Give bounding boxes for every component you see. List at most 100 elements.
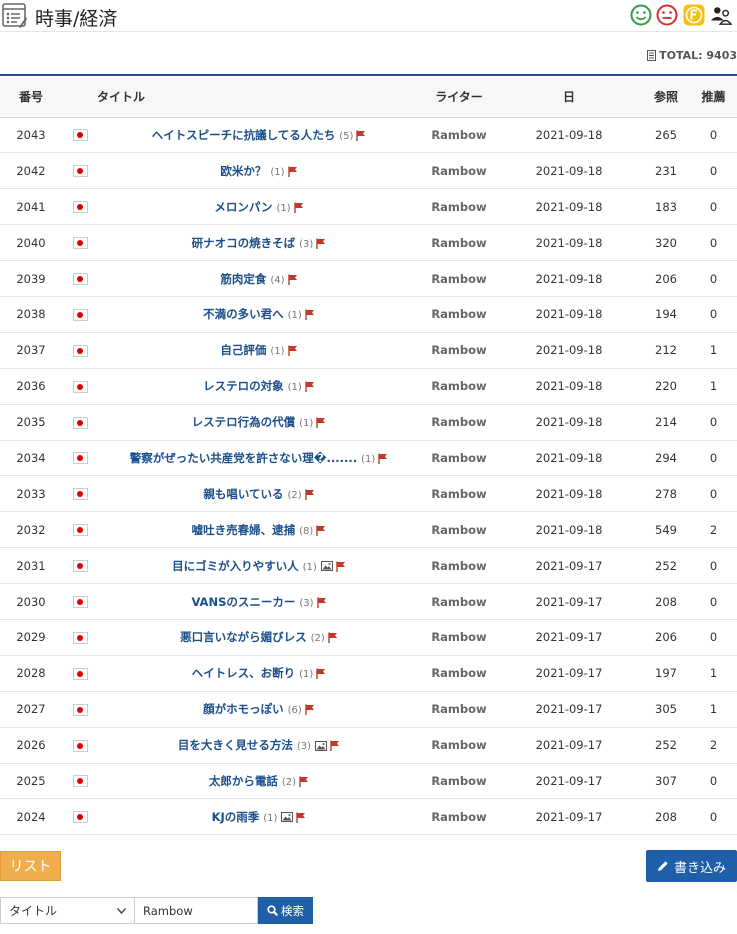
post-title-link[interactable]: 目を大きく見せる方法	[178, 738, 293, 752]
post-writer[interactable]: Rambow	[422, 404, 496, 440]
post-title-link[interactable]: 不満の多い君へ	[203, 307, 284, 321]
table-row[interactable]: 2043 ヘイトスピーチに抗議してる人たち (5) Rambow 2021-09-18 2…	[0, 117, 737, 153]
table-row[interactable]: 2030 VANSのスニーカー (3) Rambow 2021-09-17 208 0	[0, 584, 737, 620]
post-writer[interactable]: Rambow	[422, 225, 496, 261]
image-icon	[315, 740, 328, 751]
post-title-link[interactable]: レステロ行為の代償	[192, 415, 296, 429]
comment-count: (1)	[361, 453, 376, 465]
post-title-link[interactable]: 欧米か？	[220, 164, 266, 178]
country-flag-cell	[62, 189, 96, 225]
column-header-number: 番号	[18, 89, 43, 104]
post-writer[interactable]: Rambow	[422, 799, 496, 835]
table-row[interactable]: 2041 メロンパン (1) Rambow 2021-09-18 183 0	[0, 189, 737, 225]
post-title-link[interactable]: 親も唱いている	[203, 487, 283, 501]
country-flag-cell	[62, 117, 96, 153]
post-number: 2034	[16, 450, 46, 465]
post-votes: 1	[709, 666, 718, 681]
post-title-link[interactable]: KJの雨季	[212, 810, 260, 824]
post-title-link[interactable]: 嘘吐き売春婦、逮捕	[192, 523, 296, 537]
post-title-link[interactable]: VANSのスニーカー	[191, 595, 295, 609]
country-flag-cell	[62, 727, 96, 763]
post-date: 2021-09-18	[535, 127, 603, 142]
post-writer[interactable]: Rambow	[422, 476, 496, 512]
post-title-link[interactable]: ヘイトスピーチに抗議してる人たち	[152, 128, 336, 142]
comment-count: (3)	[296, 741, 312, 753]
post-number: 2025	[16, 773, 46, 788]
f-coin-icon[interactable]	[683, 4, 705, 26]
post-writer[interactable]: Rambow	[422, 691, 496, 727]
table-row[interactable]: 2027 顔がホモっぽい (6) Rambow 2021-09-17 305 1	[0, 691, 737, 728]
japan-flag-icon	[72, 488, 88, 501]
post-votes: 1	[709, 702, 718, 717]
table-row[interactable]: 2038 不満の多い君へ (1) Rambow 2021-09-18 194 0	[0, 296, 737, 333]
country-flag-cell	[62, 404, 96, 440]
post-title-link[interactable]: レステロの対象	[203, 379, 284, 393]
post-writer[interactable]: Rambow	[422, 763, 496, 799]
post-title-link[interactable]: 顔がホモっぽい	[203, 702, 284, 716]
post-number: 2027	[16, 702, 46, 717]
column-header-writer: ライター	[435, 89, 483, 104]
post-title-link[interactable]: 研ナオコの焼きそば	[192, 236, 296, 250]
users-icon[interactable]	[710, 4, 732, 26]
table-row[interactable]: 2024 KJの雨季 (1) Rambow 2021-09-17 208 0	[0, 799, 737, 835]
neutral-face-icon[interactable]	[656, 4, 678, 26]
table-row[interactable]: 2025 太郎から電話 (2) Rambow 2021-09-17 307 0	[0, 763, 737, 799]
table-row[interactable]: 2034 警察がぜったい共産党を許さない理�....... (1) Rambow 202…	[0, 440, 737, 476]
write-button[interactable]: 書き込み	[646, 850, 737, 882]
search-button[interactable]: 検索	[258, 897, 313, 924]
search-input[interactable]: Rambow	[135, 897, 258, 924]
post-writer[interactable]: Rambow	[422, 619, 496, 655]
post-writer[interactable]: Rambow	[422, 368, 496, 404]
post-writer[interactable]: Rambow	[422, 261, 496, 297]
post-title-link[interactable]: ヘイトレス、お断り	[192, 666, 296, 680]
post-title-link[interactable]: 悪口言いながら媚びレス	[180, 630, 307, 644]
post-writer[interactable]: Rambow	[422, 512, 496, 548]
post-title-link[interactable]: 筋肉定食	[220, 272, 266, 286]
post-title-link[interactable]: 目にゴミが入りやすい人	[172, 559, 299, 573]
post-writer[interactable]: Rambow	[422, 440, 496, 476]
comment-count: (1)	[287, 382, 302, 394]
post-title-link[interactable]: メロンパン	[214, 200, 272, 214]
table-row[interactable]: 2035 レステロ行為の代償 (1) Rambow 2021-09-18 214 0	[0, 404, 737, 441]
post-subject-cell: 研ナオコの焼きそば (3)	[96, 225, 422, 261]
post-subject-cell: 親も唱いている (2)	[96, 476, 422, 512]
post-date: 2021-09-17	[535, 666, 603, 681]
comment-count: (2)	[310, 633, 325, 645]
post-writer[interactable]: Rambow	[422, 727, 496, 763]
search-field-select[interactable]: タイトル	[0, 897, 135, 924]
post-number: 2032	[16, 522, 46, 537]
table-row[interactable]: 2033 親も唱いている (2) Rambow 2021-09-18 278 0	[0, 476, 737, 512]
post-writer[interactable]: Rambow	[422, 655, 496, 691]
post-title-link[interactable]: 警察がぜったい共産党を許さない理�.......	[130, 451, 357, 465]
post-title-link[interactable]: 太郎から電話	[209, 774, 278, 788]
list-button[interactable]: リスト	[0, 851, 61, 881]
post-writer[interactable]: Rambow	[422, 584, 496, 620]
post-writer[interactable]: Rambow	[422, 117, 496, 153]
table-row[interactable]: 2039 筋肉定食 (4) Rambow 2021-09-18 206 0	[0, 261, 737, 297]
post-writer[interactable]: Rambow	[422, 153, 496, 189]
table-row[interactable]: 2036 レステロの対象 (1) Rambow 2021-09-18 220 1	[0, 368, 737, 405]
post-writer[interactable]: Rambow	[422, 296, 496, 332]
japan-flag-icon	[72, 452, 88, 465]
japan-flag-icon	[72, 631, 88, 644]
table-row[interactable]: 2031 目にゴミが入りやすい人 (1) Rambow 2021-09-17 252 0	[0, 548, 737, 584]
post-title-link[interactable]: 自己評価	[220, 343, 266, 357]
table-row[interactable]: 2037 自己評価 (1) Rambow 2021-09-18 212 1	[0, 332, 737, 369]
post-date: 2021-09-17	[535, 702, 603, 717]
post-writer[interactable]: Rambow	[422, 332, 496, 368]
page-header: 時事/経済	[0, 0, 737, 32]
table-row[interactable]: 2040 研ナオコの焼きそば (3) Rambow 2021-09-18 320 0	[0, 225, 737, 261]
column-header-votes: 推薦	[701, 89, 726, 104]
post-writer[interactable]: Rambow	[422, 189, 496, 225]
table-row[interactable]: 2032 嘘吐き売春婦、逮捕 (8) Rambow 2021-09-18 549 2	[0, 512, 737, 548]
table-row[interactable]: 2028 ヘイトレス、お断り (1) Rambow 2021-09-17 197 1	[0, 655, 737, 692]
smile-icon[interactable]	[630, 4, 652, 26]
table-row[interactable]: 2026 目を大きく見せる方法 (3) Rambow 2021-09-17 252 2	[0, 727, 737, 764]
post-views: 194	[655, 307, 677, 322]
table-row[interactable]: 2042 欧米か？ (1) Rambow 2021-09-18 231 0	[0, 153, 737, 189]
country-flag-cell	[62, 691, 96, 727]
table-row[interactable]: 2029 悪口言いながら媚びレス (2) Rambow 2021-09-17 206 0	[0, 619, 737, 656]
comment-count: (1)	[270, 346, 285, 358]
post-writer[interactable]: Rambow	[422, 548, 496, 584]
post-views: 212	[655, 343, 677, 358]
